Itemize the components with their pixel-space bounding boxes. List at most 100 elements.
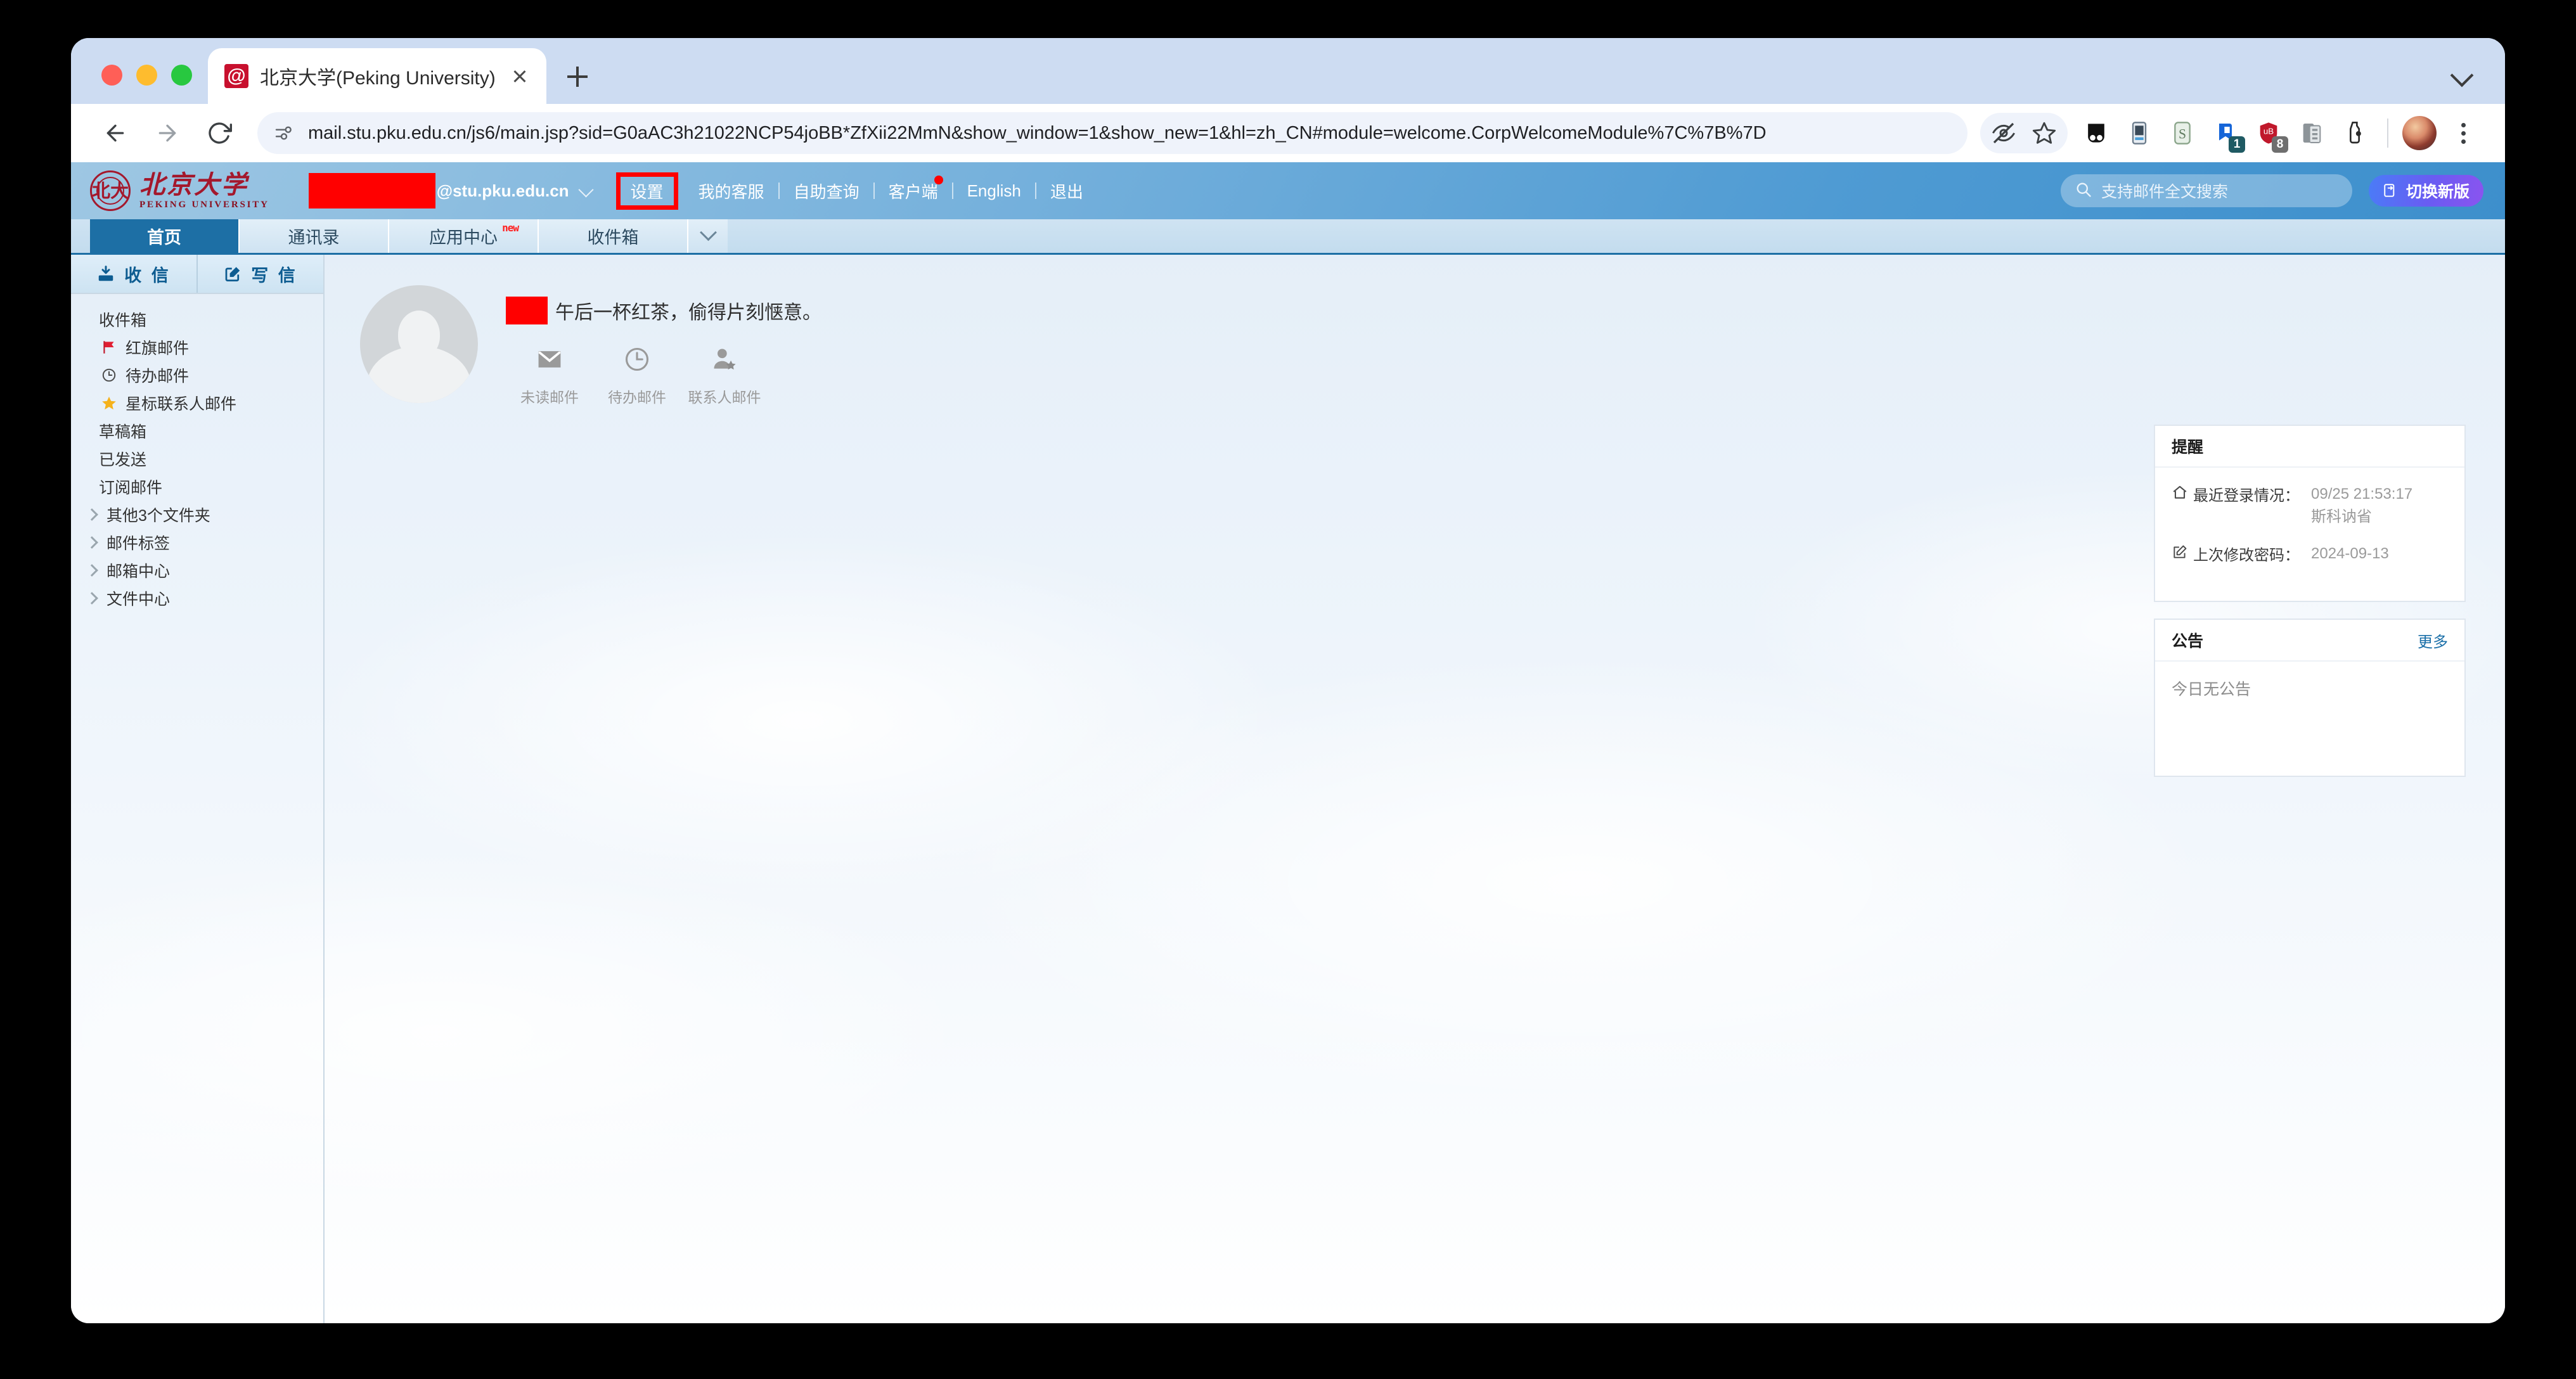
compose-mail-icon bbox=[223, 264, 242, 283]
extension-bottle-icon[interactable] bbox=[2336, 115, 2373, 151]
extension-s-icon[interactable]: S bbox=[2164, 115, 2201, 151]
redacted-username bbox=[308, 173, 435, 208]
pku-logo[interactable]: 北大 北京大学 PEKING UNIVERSITY bbox=[90, 170, 269, 211]
compose-mail-label: 写 信 bbox=[251, 266, 298, 285]
sidebar-item-label: 收件箱 bbox=[99, 312, 147, 330]
browser-tab-strip: 北京大学(Peking University) bbox=[71, 38, 2505, 104]
tab-app-center-label: 应用中心 bbox=[429, 228, 498, 247]
header-link-settings[interactable]: 设置 bbox=[615, 172, 678, 210]
search-icon bbox=[2075, 181, 2092, 202]
sidebar-item-starred-contacts[interactable]: 星标联系人邮件 bbox=[71, 389, 323, 417]
search-input[interactable]: 支持邮件全文搜索 bbox=[2060, 174, 2352, 207]
extension-blue-tag-icon[interactable]: 1 bbox=[2207, 115, 2245, 153]
notice-more-link[interactable]: 更多 bbox=[2418, 629, 2448, 651]
account-email-domain: @stu.pku.edu.cn bbox=[436, 181, 569, 200]
bookmark-star-icon[interactable] bbox=[2026, 115, 2063, 151]
header-link-client-label: 客户端 bbox=[888, 182, 938, 202]
svg-text:S: S bbox=[2179, 126, 2186, 141]
password-changed-date: 2024-09-13 bbox=[2311, 545, 2389, 562]
compose-mail-button[interactable]: 写 信 bbox=[196, 255, 323, 293]
new-tab-button[interactable] bbox=[558, 57, 597, 96]
tabs-overflow-chevron-down-icon[interactable] bbox=[688, 219, 728, 253]
notice-card-title: 公告 bbox=[2172, 632, 2204, 650]
sidebar-item-flagged[interactable]: 红旗邮件 bbox=[71, 333, 323, 361]
default-user-avatar[interactable] bbox=[360, 285, 478, 403]
forward-button[interactable] bbox=[145, 110, 190, 156]
reload-button[interactable] bbox=[196, 110, 242, 156]
browser-tab-title: 北京大学(Peking University) bbox=[260, 68, 496, 89]
pku-seal-icon: 北大 bbox=[90, 170, 131, 211]
extension-bluebook-icon[interactable] bbox=[2121, 115, 2158, 151]
sidebar-item-subscriptions[interactable]: 订阅邮件 bbox=[71, 473, 323, 501]
chevron-right-icon bbox=[85, 591, 99, 605]
last-login-row: 最近登录情况： 09/25 21:53:17 斯科讷省 bbox=[2172, 483, 2448, 529]
chevron-down-icon[interactable] bbox=[579, 183, 595, 198]
minimize-window-button[interactable] bbox=[136, 65, 157, 86]
close-tab-icon[interactable] bbox=[507, 63, 532, 89]
close-window-button[interactable] bbox=[101, 65, 122, 86]
switch-version-button[interactable]: 切换新版 bbox=[2368, 175, 2483, 207]
stat-label: 联系人邮件 bbox=[688, 389, 761, 406]
site-settings-icon[interactable] bbox=[274, 122, 295, 144]
header-link-english[interactable]: English bbox=[953, 181, 1035, 201]
toolbar-divider bbox=[2387, 119, 2388, 148]
extension-dark-icon[interactable] bbox=[2078, 115, 2115, 151]
folder-list: 收件箱 红旗邮件 待办邮件 星标联系人邮件 草稿箱 已发送 订阅邮件 其他3个文… bbox=[71, 294, 323, 612]
reminder-card-body: 最近登录情况： 09/25 21:53:17 斯科讷省 上次修改密码： 2024… bbox=[2155, 468, 2464, 601]
stat-contact-mail[interactable]: 联系人邮件 bbox=[681, 343, 768, 407]
extension-copy-icon[interactable] bbox=[2293, 115, 2330, 151]
stat-label: 未读邮件 bbox=[520, 389, 579, 406]
tab-contacts[interactable]: 通讯录 bbox=[240, 219, 389, 253]
welcome-panel: 午后一杯红茶，偷得片刻惬意。 未读邮件 待办邮件 联系人邮件 bbox=[325, 255, 2505, 407]
clock-icon bbox=[100, 366, 118, 384]
sidebar-actions: 收 信 写 信 bbox=[71, 255, 323, 294]
pku-mail-header: 北大 北京大学 PEKING UNIVERSITY @stu.pku.edu.c… bbox=[71, 162, 2505, 219]
last-login-label: 最近登录情况： bbox=[2193, 487, 2300, 504]
star-icon bbox=[100, 394, 118, 412]
home-icon bbox=[2172, 483, 2193, 504]
reminder-card-title: 提醒 bbox=[2172, 439, 2204, 456]
envelope-icon bbox=[536, 343, 564, 375]
sidebar-item-mail-tags[interactable]: 邮件标签 bbox=[71, 529, 323, 556]
stat-label: 待办邮件 bbox=[608, 389, 666, 406]
tracking-protection-off-icon[interactable] bbox=[1985, 115, 2022, 151]
extension-red-shield-icon[interactable]: uB 8 bbox=[2250, 115, 2288, 153]
sidebar-item-mailbox-center[interactable]: 邮箱中心 bbox=[71, 556, 323, 584]
header-link-client[interactable]: 客户端 bbox=[875, 175, 952, 203]
sidebar-item-todo[interactable]: 待办邮件 bbox=[71, 361, 323, 389]
address-bar[interactable]: mail.stu.pku.edu.cn/js6/main.jsp?sid=G0a… bbox=[257, 112, 1967, 154]
stat-todo-mail[interactable]: 待办邮件 bbox=[593, 343, 681, 407]
mail-stats: 未读邮件 待办邮件 联系人邮件 bbox=[506, 343, 821, 407]
notice-empty-text: 今日无公告 bbox=[2172, 681, 2251, 698]
maximize-window-button[interactable] bbox=[171, 65, 192, 86]
pku-wordmark: 北京大学 PEKING UNIVERSITY bbox=[139, 172, 269, 210]
password-changed-row: 上次修改密码： 2024-09-13 bbox=[2172, 542, 2448, 565]
tab-home[interactable]: 首页 bbox=[90, 219, 240, 253]
page-body: 收 信 写 信 收件箱 红旗邮件 待办邮件 星标联系人邮件 草稿箱 已发送 订阅… bbox=[71, 255, 2505, 1323]
sidebar-item-sent[interactable]: 已发送 bbox=[71, 445, 323, 473]
header-link-self-service[interactable]: 自助查询 bbox=[780, 179, 873, 203]
sidebar-item-file-center[interactable]: 文件中心 bbox=[71, 584, 323, 612]
sidebar-item-other-folders[interactable]: 其他3个文件夹 bbox=[71, 501, 323, 529]
reminder-card: 提醒 最近登录情况： 09/25 21:53:17 斯科讷省 上次修改密码： 2… bbox=[2154, 425, 2466, 602]
header-link-logout[interactable]: 退出 bbox=[1036, 179, 1097, 203]
sidebar-item-label: 邮箱中心 bbox=[106, 563, 171, 580]
receive-mail-button[interactable]: 收 信 bbox=[71, 255, 196, 293]
tab-inbox[interactable]: 收件箱 bbox=[539, 219, 688, 253]
clock-icon bbox=[623, 343, 651, 375]
browser-tab[interactable]: 北京大学(Peking University) bbox=[208, 48, 546, 104]
extension-badge-count: 8 bbox=[2272, 136, 2288, 153]
chevron-right-icon bbox=[85, 536, 99, 549]
pku-logo-english: PEKING UNIVERSITY bbox=[139, 199, 269, 210]
kebab-menu-icon[interactable] bbox=[2447, 117, 2480, 150]
omnibox-action-group bbox=[1980, 113, 2068, 153]
chevron-right-icon bbox=[85, 563, 99, 577]
tab-search-chevron-icon[interactable] bbox=[2444, 55, 2480, 90]
sidebar-item-inbox[interactable]: 收件箱 bbox=[71, 305, 323, 333]
header-link-my-service[interactable]: 我的客服 bbox=[685, 179, 778, 203]
profile-avatar[interactable] bbox=[2402, 116, 2437, 150]
back-button[interactable] bbox=[93, 110, 138, 156]
sidebar-item-drafts[interactable]: 草稿箱 bbox=[71, 417, 323, 445]
tab-app-center[interactable]: 应用中心 new bbox=[389, 219, 539, 253]
stat-unread-mail[interactable]: 未读邮件 bbox=[506, 343, 593, 407]
